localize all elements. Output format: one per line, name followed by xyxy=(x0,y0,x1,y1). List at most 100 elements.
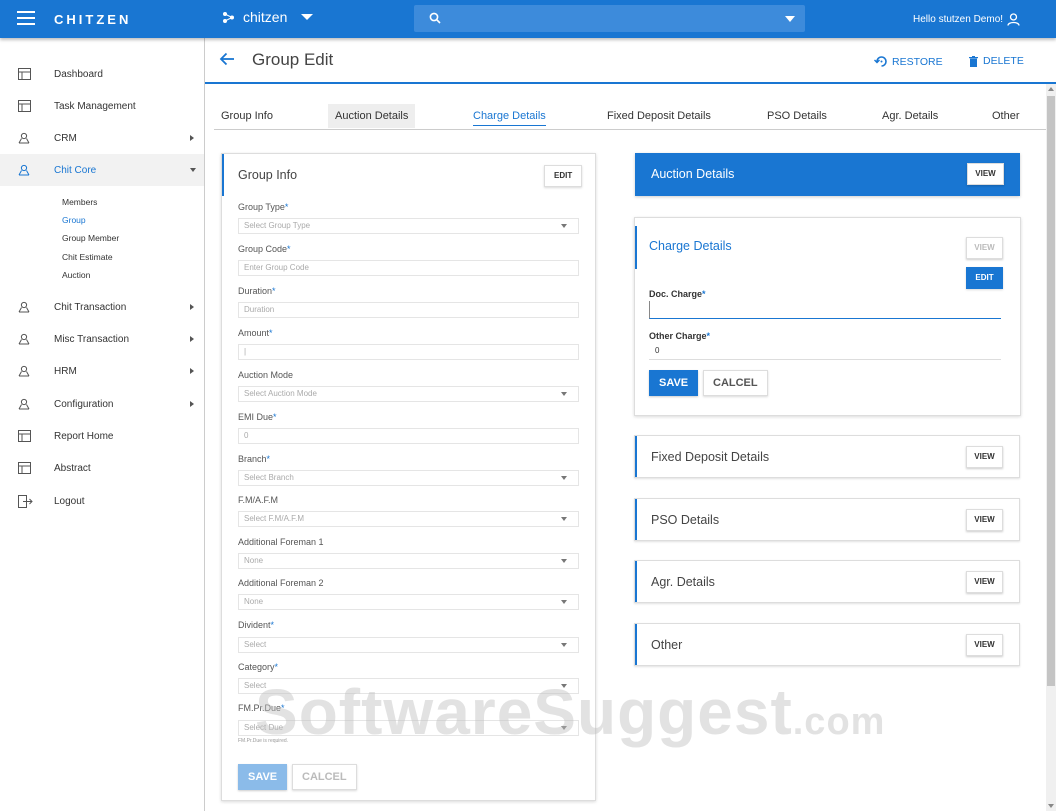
sidebar-item-crm[interactable]: CRM xyxy=(0,122,204,154)
fixed-deposit-details-view-button[interactable]: VIEW xyxy=(966,446,1003,468)
charge-details-save-button[interactable]: SAVE xyxy=(649,370,699,396)
scroll-down-icon[interactable] xyxy=(1048,804,1054,808)
card-accent xyxy=(635,436,637,477)
charge-details-view-button[interactable]: VIEW xyxy=(966,237,1003,259)
tab-fixed-deposit-details[interactable]: Fixed Deposit Details xyxy=(600,104,718,128)
search-input[interactable] xyxy=(452,9,782,28)
tab-other[interactable]: Other xyxy=(985,104,1027,128)
sidebar-subitem-group[interactable]: Group xyxy=(62,215,86,225)
additional-foreman-1-select[interactable]: None xyxy=(238,553,579,569)
branch-label: Branch* xyxy=(238,454,271,464)
category-select[interactable]: Select xyxy=(238,678,579,694)
auction-details-card: Auction Details VIEW xyxy=(635,153,1020,196)
sidebar-item-label: Task Management xyxy=(54,100,136,112)
sidebar-subitem-chit-estimate[interactable]: Chit Estimate xyxy=(62,252,113,262)
group-type-select[interactable]: Select Group Type xyxy=(238,218,579,234)
search-dropdown-icon[interactable] xyxy=(785,16,795,22)
other-view-button[interactable]: VIEW xyxy=(966,634,1003,656)
fixed-deposit-details-card: Fixed Deposit Details VIEW xyxy=(634,435,1020,478)
doc-charge-field[interactable] xyxy=(649,301,1001,319)
card-accent xyxy=(635,624,637,665)
tab-group-info[interactable]: Group Info xyxy=(214,104,280,128)
charge-details-edit-button[interactable]: EDIT xyxy=(966,267,1003,289)
global-search[interactable] xyxy=(414,5,805,32)
other-charge-field[interactable] xyxy=(649,342,1001,360)
scroll-up-icon[interactable] xyxy=(1048,87,1054,91)
divident-select[interactable]: Select xyxy=(238,637,579,653)
branch-select[interactable]: Select Branch xyxy=(238,470,579,486)
doc-charge-label: Doc. Charge* xyxy=(649,289,706,299)
page-title: Group Edit xyxy=(252,50,334,69)
fm-pr-due-select[interactable]: Select Due xyxy=(238,720,579,736)
sidebar-item-label: Logout xyxy=(54,495,85,507)
auction-details-view-button[interactable]: VIEW xyxy=(967,163,1004,185)
other-charge-label: Other Charge* xyxy=(649,331,711,341)
sidebar-item-hrm[interactable]: HRM xyxy=(0,355,204,387)
sidebar-item-abstract[interactable]: Abstract xyxy=(0,452,204,484)
charge-details-card: Charge Details VIEW EDIT Doc. Charge* Ot… xyxy=(634,217,1021,416)
group-info-title: Group Info xyxy=(238,168,298,182)
sidebar-subitem-group-member[interactable]: Group Member xyxy=(62,233,119,243)
additional-foreman-1-label: Additional Foreman 1 xyxy=(238,537,324,547)
group-info-save-button[interactable]: SAVE xyxy=(238,764,288,790)
delete-button[interactable]: DELETE xyxy=(969,55,1024,67)
sidebar-item-label: HRM xyxy=(54,365,77,377)
active-tab-indicator xyxy=(473,125,546,126)
charge-details-title: Charge Details xyxy=(649,239,732,253)
group-info-edit-button[interactable]: EDIT xyxy=(544,165,583,187)
user-icon[interactable] xyxy=(1007,13,1020,26)
sidebar-item-label: Dashboard xyxy=(54,68,103,80)
sidebar-item-logout[interactable]: Logout xyxy=(0,485,204,517)
emi-due-field[interactable]: 0 xyxy=(238,428,579,444)
charge-details-cancel-button[interactable]: CALCEL xyxy=(703,370,768,396)
tab-label: Fixed Deposit Details xyxy=(607,110,711,122)
sidebar-item-task-management[interactable]: Task Management xyxy=(0,90,204,122)
sidebar-item-misc-transaction[interactable]: Misc Transaction xyxy=(0,323,204,355)
fixed-deposit-details-title: Fixed Deposit Details xyxy=(651,450,770,464)
auction-details-title: Auction Details xyxy=(651,167,735,181)
tab-label: Agr. Details xyxy=(882,110,939,122)
card-accent xyxy=(635,499,637,540)
sidebar-item-report-home[interactable]: Report Home xyxy=(0,420,204,452)
fm-pr-due-label: FM.Pr.Due* xyxy=(238,703,285,713)
card-accent xyxy=(635,561,637,602)
sidebar-item-configuration[interactable]: Configuration xyxy=(0,388,204,420)
trash-icon xyxy=(969,55,978,67)
group-code-field[interactable]: Enter Group Code xyxy=(238,260,579,276)
agr-details-view-button[interactable]: VIEW xyxy=(966,571,1003,593)
sidebar-item-dashboard[interactable]: Dashboard xyxy=(0,58,204,90)
delete-label: DELETE xyxy=(983,55,1024,67)
menu-icon[interactable] xyxy=(17,11,35,25)
tab-charge-details[interactable]: Charge Details xyxy=(466,104,553,128)
table-icon xyxy=(18,100,31,112)
scrollbar-thumb[interactable] xyxy=(1047,96,1055,686)
org-switcher[interactable]: chitzen xyxy=(222,9,314,25)
back-arrow-icon[interactable] xyxy=(219,52,235,66)
group-info-cancel-button[interactable]: CALCEL xyxy=(292,764,357,790)
person-icon xyxy=(18,164,30,176)
sidebar-item-label: Misc Transaction xyxy=(54,333,130,345)
pso-details-card: PSO Details VIEW xyxy=(634,498,1020,541)
sidebar-subitem-members[interactable]: Members xyxy=(62,197,97,207)
amount-field[interactable]: | xyxy=(238,344,579,360)
tab-agr-details[interactable]: Agr. Details xyxy=(875,104,945,128)
sidebar-item-chit-transaction[interactable]: Chit Transaction xyxy=(0,291,204,323)
restore-button[interactable]: RESTORE xyxy=(874,55,943,68)
group-info-card: Group Info EDIT Group Type* Select Group… xyxy=(221,153,596,801)
auction-mode-label: Auction Mode xyxy=(238,370,294,380)
tab-auction-details[interactable]: Auction Details xyxy=(328,104,416,128)
sidebar-item-chit-core[interactable]: Chit Core xyxy=(0,154,204,186)
fm-afm-select[interactable]: Select F.M/A.F.M xyxy=(238,511,579,527)
dropdown-icon xyxy=(561,476,567,480)
sidebar-item-label: Chit Transaction xyxy=(54,301,127,313)
duration-field[interactable]: Duration xyxy=(238,302,579,318)
additional-foreman-2-select[interactable]: None xyxy=(238,594,579,610)
pso-details-view-button[interactable]: VIEW xyxy=(966,509,1003,531)
tab-pso-details[interactable]: PSO Details xyxy=(760,104,834,128)
restore-label: RESTORE xyxy=(892,55,943,68)
chevron-down-icon xyxy=(301,14,314,20)
sidebar-subitem-auction[interactable]: Auction xyxy=(62,270,90,280)
auction-mode-select[interactable]: Select Auction Mode xyxy=(238,386,579,402)
person-icon xyxy=(18,132,30,144)
vertical-scrollbar[interactable] xyxy=(1046,84,1056,811)
